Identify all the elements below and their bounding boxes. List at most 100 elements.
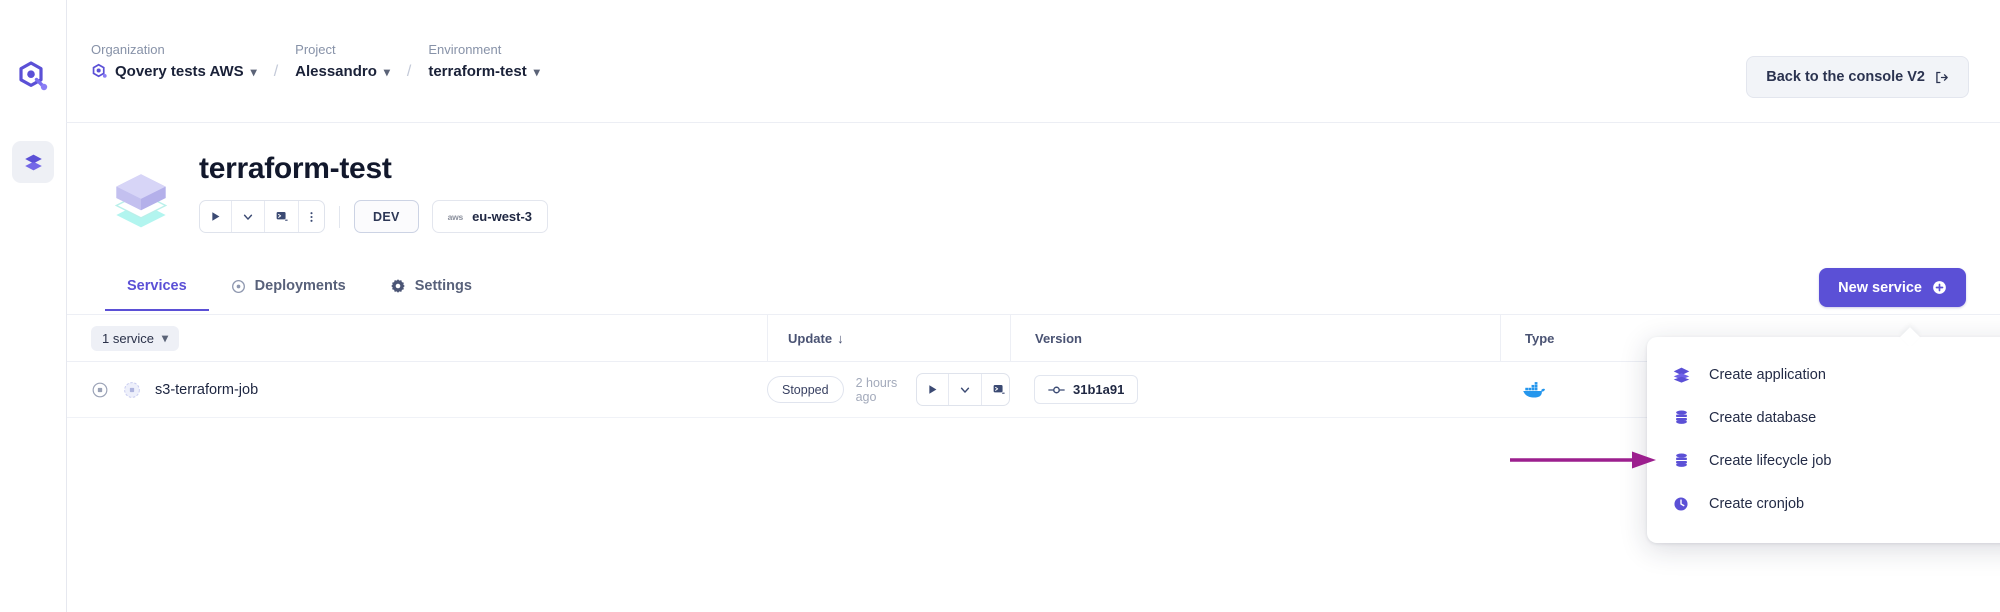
row-action-group <box>916 373 1010 406</box>
region-label: eu-west-3 <box>472 209 533 224</box>
commit-icon <box>1048 386 1065 393</box>
tab-bar: Services Deployments Settings New servic… <box>67 264 2000 314</box>
rail-nav <box>12 141 54 183</box>
menu-item-create-database[interactable]: Create database <box>1647 396 2000 439</box>
target-icon <box>231 279 245 293</box>
back-to-console-v2-button[interactable]: Back to the console V2 <box>1746 56 1969 98</box>
divider <box>339 205 340 228</box>
tab-settings[interactable]: Settings <box>368 264 494 308</box>
plus-circle-icon <box>1933 281 1946 294</box>
create-service-menu: Create application Create database Creat… <box>1647 337 2000 543</box>
breadcrumb-environment: Environment terraform-test ▾ <box>428 41 539 82</box>
docker-icon <box>1523 382 1545 398</box>
menu-item-create-application[interactable]: Create application <box>1647 353 2000 396</box>
menu-item-create-cronjob[interactable]: Create cronjob <box>1647 482 2000 525</box>
service-name: s3-terraform-job <box>155 381 259 398</box>
table-cell-name: s3-terraform-job <box>67 381 767 399</box>
environment-cube-icon <box>105 161 177 233</box>
back-to-console-v2-label: Back to the console V2 <box>1766 69 1925 85</box>
tab-deployments-label: Deployments <box>254 278 346 294</box>
terminal-icon <box>276 212 288 221</box>
breadcrumb-separator: / <box>406 62 412 80</box>
breadcrumb-project-label: Project <box>295 41 336 57</box>
table-cell-version: 31b1a91 <box>1010 375 1500 404</box>
row-logs-button[interactable] <box>982 374 1009 405</box>
update-label: Update <box>788 330 833 346</box>
chevron-down-icon <box>961 387 970 393</box>
qovery-logo-icon[interactable] <box>16 60 50 94</box>
topbar: Organization Qovery tests AWS ▾ / Projec… <box>66 0 2000 122</box>
service-count-filter[interactable]: 1 service ▾ <box>91 325 180 351</box>
breadcrumb-organization-text: Qovery tests AWS <box>115 62 244 80</box>
updated-timestamp: 2 hours ago <box>855 375 898 404</box>
breadcrumb-separator: / <box>273 62 279 80</box>
tab-services-label: Services <box>127 278 187 294</box>
tab-settings-label: Settings <box>414 278 472 294</box>
table-header-type-label: Type <box>1525 330 1555 346</box>
breadcrumb-project-text: Alessandro <box>295 62 377 80</box>
breadcrumb-organization: Organization Qovery tests AWS ▾ <box>91 41 257 82</box>
breadcrumb: Organization Qovery tests AWS ▾ / Projec… <box>67 41 540 82</box>
breadcrumb-organization-value[interactable]: Qovery tests AWS ▾ <box>91 62 257 82</box>
aws-icon: aws <box>447 211 464 222</box>
service-circle-icon <box>124 381 140 398</box>
breadcrumb-environment-value[interactable]: terraform-test ▾ <box>428 62 539 82</box>
table-header-name: 1 service ▾ <box>67 325 767 351</box>
new-service-button[interactable]: New service <box>1819 268 1966 307</box>
sidebar-item-environments[interactable] <box>12 141 54 183</box>
table-header-version: Version <box>1010 315 1500 361</box>
tab-active-underline <box>105 309 209 311</box>
more-menu-button[interactable] <box>299 201 324 232</box>
row-deploy-options-button[interactable] <box>949 374 983 405</box>
service-count-label: 1 service <box>102 330 155 346</box>
page-title: terraform-test <box>199 152 392 185</box>
terminal-icon <box>994 385 1006 394</box>
gear-icon <box>390 279 405 293</box>
version-commit-chip[interactable]: 31b1a91 <box>1034 375 1139 404</box>
table-header-update[interactable]: Update ↓ <box>767 315 1010 361</box>
left-rail <box>0 0 66 612</box>
play-icon <box>929 385 937 394</box>
menu-item-create-database-label: Create database <box>1709 409 1817 426</box>
menu-item-create-cronjob-label: Create cronjob <box>1709 495 1805 512</box>
table-header-update-label: Update ↓ <box>788 331 844 346</box>
status-stopped-icon <box>92 382 108 397</box>
menu-item-create-application-label: Create application <box>1709 366 1826 383</box>
breadcrumb-organization-label: Organization <box>91 41 165 57</box>
environment-header-text: terraform-test DEV aws eu-west-3 <box>199 151 549 233</box>
tab-services[interactable]: Services <box>105 264 209 311</box>
environment-mode-badge[interactable]: DEV <box>354 200 419 233</box>
breadcrumb-project: Project Alessandro ▾ <box>295 41 390 82</box>
row-deploy-button[interactable] <box>917 374 950 405</box>
logout-icon <box>1936 71 1948 83</box>
layers-icon <box>1671 365 1691 384</box>
logs-button[interactable] <box>265 201 299 232</box>
dots-vertical-icon <box>310 211 313 222</box>
play-icon <box>212 212 220 221</box>
deploy-options-button[interactable] <box>232 201 265 232</box>
table-header-version-label: Version <box>1035 330 1082 346</box>
environment-action-group <box>199 200 325 233</box>
chevron-down-icon: ▾ <box>162 331 169 345</box>
menu-item-create-lifecycle-job[interactable]: Create lifecycle job <box>1647 439 2000 482</box>
database-icon <box>1671 451 1691 470</box>
environment-header: terraform-test DEV aws eu-west-3 <box>67 123 2000 233</box>
chevron-down-icon <box>243 214 253 220</box>
clock-icon <box>1671 495 1691 513</box>
new-service-label: New service <box>1838 279 1922 296</box>
deploy-button[interactable] <box>200 201 232 232</box>
chevron-down-icon: ▾ <box>533 64 540 79</box>
cloud-region-badge[interactable]: aws eu-west-3 <box>431 200 549 233</box>
breadcrumb-project-value[interactable]: Alessandro ▾ <box>295 62 390 82</box>
breadcrumb-environment-label: Environment <box>428 41 502 57</box>
sort-desc-icon: ↓ <box>837 330 844 346</box>
database-icon <box>1671 408 1691 427</box>
tab-deployments[interactable]: Deployments <box>209 264 368 308</box>
breadcrumb-environment-text: terraform-test <box>428 62 527 80</box>
qovery-org-icon <box>92 63 107 78</box>
menu-item-create-lifecycle-job-label: Create lifecycle job <box>1709 452 1832 469</box>
version-label: 31b1a91 <box>1073 382 1125 397</box>
layers-icon <box>24 154 42 170</box>
annotation-arrow <box>1510 447 1660 473</box>
status-badge: Stopped <box>767 376 844 403</box>
